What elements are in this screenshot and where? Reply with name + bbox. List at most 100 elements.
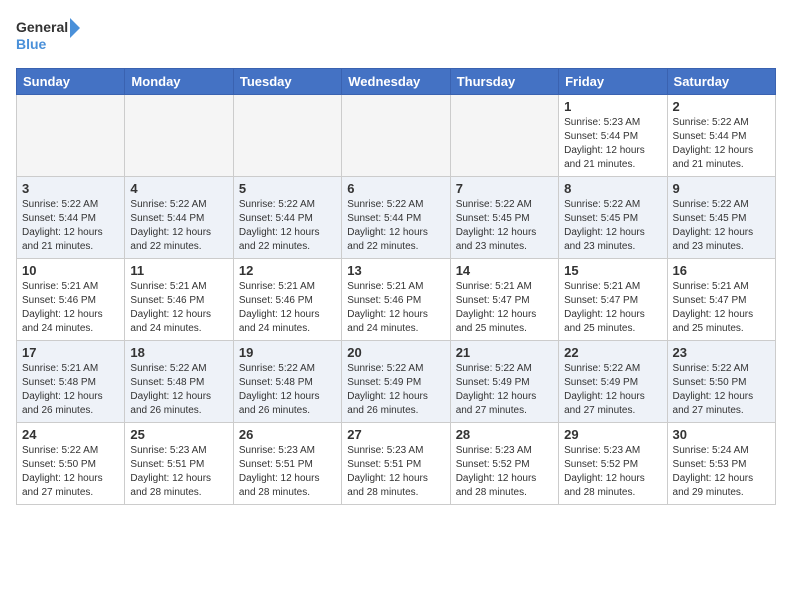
day-info: Sunrise: 5:21 AM Sunset: 5:46 PM Dayligh… — [130, 280, 227, 336]
calendar-week-1: 1 Sunrise: 5:23 AM Sunset: 5:44 PM Daylig… — [17, 95, 776, 177]
calendar-week-2: 3 Sunrise: 5:22 AM Sunset: 5:44 PM Daylig… — [17, 177, 776, 259]
calendar-cell: 17 Sunrise: 5:21 AM Sunset: 5:48 PM Dayli… — [17, 341, 125, 423]
calendar-cell: 6 Sunrise: 5:22 AM Sunset: 5:44 PM Daylig… — [342, 177, 450, 259]
calendar-cell: 23Sunrise: 5:22 AM Sunset: 5:50 PM Dayli… — [667, 341, 775, 423]
calendar-cell — [342, 95, 450, 177]
calendar-cell — [125, 95, 233, 177]
weekday-header-row: SundayMondayTuesdayWednesdayThursdayFrid… — [17, 69, 776, 95]
calendar-cell: 20 Sunrise: 5:22 AM Sunset: 5:49 PM Dayli… — [342, 341, 450, 423]
calendar-cell: 15 Sunrise: 5:21 AM Sunset: 5:47 PM Dayli… — [559, 259, 667, 341]
day-info: Sunrise: 5:22 AM Sunset: 5:45 PM Dayligh… — [673, 198, 770, 254]
day-info: Sunrise: 5:24 AM Sunset: 5:53 PM Dayligh… — [673, 444, 770, 500]
day-number: 11 — [130, 263, 227, 278]
day-info: Sunrise: 5:23 AM Sunset: 5:51 PM Dayligh… — [130, 444, 227, 500]
day-number: 6 — [347, 181, 444, 196]
calendar-cell: 13 Sunrise: 5:21 AM Sunset: 5:46 PM Dayli… — [342, 259, 450, 341]
day-number: 18 — [130, 345, 227, 360]
day-info: Sunrise: 5:22 AM Sunset: 5:45 PM Dayligh… — [456, 198, 553, 254]
day-info: Sunrise: 5:22 AM Sunset: 5:49 PM Dayligh… — [564, 362, 661, 418]
day-number: 28 — [456, 427, 553, 442]
day-number: 26 — [239, 427, 336, 442]
day-number: 9 — [673, 181, 770, 196]
logo: General Blue — [16, 16, 86, 58]
page-header: General Blue — [16, 16, 776, 58]
day-number: 8 — [564, 181, 661, 196]
day-number: 22 — [564, 345, 661, 360]
svg-text:General: General — [16, 19, 68, 35]
day-info: Sunrise: 5:22 AM Sunset: 5:50 PM Dayligh… — [22, 444, 119, 500]
calendar-week-3: 10 Sunrise: 5:21 AM Sunset: 5:46 PM Dayli… — [17, 259, 776, 341]
day-number: 17 — [22, 345, 119, 360]
calendar-cell: 14 Sunrise: 5:21 AM Sunset: 5:47 PM Dayli… — [450, 259, 558, 341]
day-number: 13 — [347, 263, 444, 278]
day-info: Sunrise: 5:23 AM Sunset: 5:51 PM Dayligh… — [239, 444, 336, 500]
day-info: Sunrise: 5:22 AM Sunset: 5:45 PM Dayligh… — [564, 198, 661, 254]
day-info: Sunrise: 5:22 AM Sunset: 5:49 PM Dayligh… — [347, 362, 444, 418]
calendar-cell: 30Sunrise: 5:24 AM Sunset: 5:53 PM Dayli… — [667, 423, 775, 505]
day-info: Sunrise: 5:22 AM Sunset: 5:44 PM Dayligh… — [22, 198, 119, 254]
day-info: Sunrise: 5:22 AM Sunset: 5:44 PM Dayligh… — [673, 116, 770, 172]
calendar-cell: 28 Sunrise: 5:23 AM Sunset: 5:52 PM Dayli… — [450, 423, 558, 505]
weekday-header-thursday: Thursday — [450, 69, 558, 95]
day-info: Sunrise: 5:22 AM Sunset: 5:49 PM Dayligh… — [456, 362, 553, 418]
day-info: Sunrise: 5:22 AM Sunset: 5:48 PM Dayligh… — [130, 362, 227, 418]
calendar-cell: 1 Sunrise: 5:23 AM Sunset: 5:44 PM Daylig… — [559, 95, 667, 177]
day-info: Sunrise: 5:23 AM Sunset: 5:44 PM Dayligh… — [564, 116, 661, 172]
calendar-cell: 5 Sunrise: 5:22 AM Sunset: 5:44 PM Daylig… — [233, 177, 341, 259]
calendar-cell: 21Sunrise: 5:22 AM Sunset: 5:49 PM Dayli… — [450, 341, 558, 423]
day-info: Sunrise: 5:21 AM Sunset: 5:47 PM Dayligh… — [564, 280, 661, 336]
svg-text:Blue: Blue — [16, 36, 47, 52]
calendar-cell: 19 Sunrise: 5:22 AM Sunset: 5:48 PM Dayli… — [233, 341, 341, 423]
calendar-cell: 29 Sunrise: 5:23 AM Sunset: 5:52 PM Dayli… — [559, 423, 667, 505]
calendar-cell: 16 Sunrise: 5:21 AM Sunset: 5:47 PM Dayli… — [667, 259, 775, 341]
day-info: Sunrise: 5:23 AM Sunset: 5:52 PM Dayligh… — [564, 444, 661, 500]
day-number: 4 — [130, 181, 227, 196]
weekday-header-tuesday: Tuesday — [233, 69, 341, 95]
day-number: 12 — [239, 263, 336, 278]
day-number: 27 — [347, 427, 444, 442]
day-number: 3 — [22, 181, 119, 196]
day-info: Sunrise: 5:22 AM Sunset: 5:44 PM Dayligh… — [239, 198, 336, 254]
day-number: 20 — [347, 345, 444, 360]
calendar-week-4: 17 Sunrise: 5:21 AM Sunset: 5:48 PM Dayli… — [17, 341, 776, 423]
calendar-cell: 26 Sunrise: 5:23 AM Sunset: 5:51 PM Dayli… — [233, 423, 341, 505]
day-number: 29 — [564, 427, 661, 442]
day-number: 16 — [673, 263, 770, 278]
calendar-cell: 2Sunrise: 5:22 AM Sunset: 5:44 PM Daylig… — [667, 95, 775, 177]
day-number: 19 — [239, 345, 336, 360]
day-number: 1 — [564, 99, 661, 114]
calendar-cell — [17, 95, 125, 177]
day-info: Sunrise: 5:22 AM Sunset: 5:44 PM Dayligh… — [347, 198, 444, 254]
day-info: Sunrise: 5:21 AM Sunset: 5:47 PM Dayligh… — [456, 280, 553, 336]
day-info: Sunrise: 5:21 AM Sunset: 5:46 PM Dayligh… — [22, 280, 119, 336]
calendar-cell: 8 Sunrise: 5:22 AM Sunset: 5:45 PM Daylig… — [559, 177, 667, 259]
calendar-cell: 4 Sunrise: 5:22 AM Sunset: 5:44 PM Daylig… — [125, 177, 233, 259]
calendar-table: SundayMondayTuesdayWednesdayThursdayFrid… — [16, 68, 776, 505]
day-number: 24 — [22, 427, 119, 442]
calendar-cell: 18 Sunrise: 5:22 AM Sunset: 5:48 PM Dayli… — [125, 341, 233, 423]
day-info: Sunrise: 5:21 AM Sunset: 5:48 PM Dayligh… — [22, 362, 119, 418]
day-info: Sunrise: 5:21 AM Sunset: 5:46 PM Dayligh… — [239, 280, 336, 336]
calendar-cell: 12 Sunrise: 5:21 AM Sunset: 5:46 PM Dayli… — [233, 259, 341, 341]
day-info: Sunrise: 5:21 AM Sunset: 5:47 PM Dayligh… — [673, 280, 770, 336]
weekday-header-monday: Monday — [125, 69, 233, 95]
calendar-cell: 3 Sunrise: 5:22 AM Sunset: 5:44 PM Daylig… — [17, 177, 125, 259]
day-number: 5 — [239, 181, 336, 196]
calendar-week-5: 24 Sunrise: 5:22 AM Sunset: 5:50 PM Dayli… — [17, 423, 776, 505]
day-info: Sunrise: 5:22 AM Sunset: 5:44 PM Dayligh… — [130, 198, 227, 254]
logo-svg: General Blue — [16, 16, 86, 58]
day-info: Sunrise: 5:23 AM Sunset: 5:52 PM Dayligh… — [456, 444, 553, 500]
day-number: 15 — [564, 263, 661, 278]
day-number: 23 — [673, 345, 770, 360]
calendar-cell: 27 Sunrise: 5:23 AM Sunset: 5:51 PM Dayli… — [342, 423, 450, 505]
calendar-cell: 24 Sunrise: 5:22 AM Sunset: 5:50 PM Dayli… — [17, 423, 125, 505]
calendar-cell: 9 Sunrise: 5:22 AM Sunset: 5:45 PM Daylig… — [667, 177, 775, 259]
calendar-cell: 11 Sunrise: 5:21 AM Sunset: 5:46 PM Dayli… — [125, 259, 233, 341]
day-info: Sunrise: 5:21 AM Sunset: 5:46 PM Dayligh… — [347, 280, 444, 336]
day-info: Sunrise: 5:23 AM Sunset: 5:51 PM Dayligh… — [347, 444, 444, 500]
day-number: 10 — [22, 263, 119, 278]
calendar-cell — [233, 95, 341, 177]
day-number: 14 — [456, 263, 553, 278]
calendar-cell — [450, 95, 558, 177]
day-info: Sunrise: 5:22 AM Sunset: 5:48 PM Dayligh… — [239, 362, 336, 418]
